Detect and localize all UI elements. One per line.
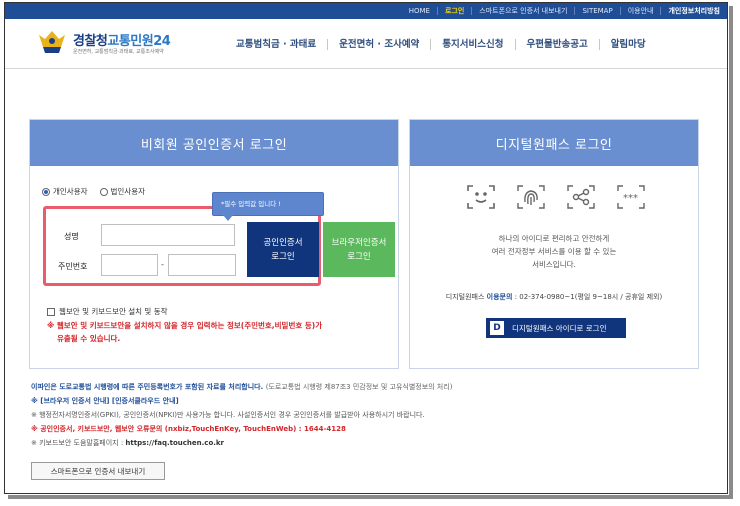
police-emblem-icon [39, 31, 65, 53]
auth-method-icons: *** [464, 182, 664, 212]
notice-error-contact: ※ 공인인증서, 키보드보안, 웹보안 오류문의 (nxbiz,TouchEnK… [31, 425, 346, 433]
logo-title: 경찰청교통민원24 [73, 34, 171, 49]
topbar-guide-link[interactable]: 이용안내 [619, 7, 661, 15]
topbar-home-link[interactable]: HOME [402, 7, 437, 15]
digital-onepass-header: 디지털원패스 로그인 [410, 120, 698, 166]
notice-keyboard-help: ※ 키보드보안 도움말홈페이지 : https://faq.touchen.co… [31, 439, 225, 447]
frame-shadow-right [729, 6, 733, 496]
radio-personal-user[interactable]: 개인사용자 [42, 186, 88, 197]
nav-fines[interactable]: 교통범칙금 · 과태료 [225, 39, 327, 50]
site-logo[interactable]: 경찰청교통민원24 운전면허, 교통범칙금·과태료, 교통조사예약 [37, 29, 187, 57]
notice-cert-types: ※ 행정전자서명인증서(GPKI), 공인인증서(NPKI)만 사용가능 합니다… [31, 411, 425, 419]
rrn-back-input[interactable] [168, 254, 236, 276]
top-utility-bar: HOME 로그인 스마트폰으로 인증서 내보내기 SITEMAP 이용안내 개인… [5, 3, 727, 19]
required-tooltip: *필수 입력값 입니다 ! [212, 192, 324, 221]
security-install-checkbox-row[interactable]: 웹보안 및 키보드보안 설치 및 동작 [47, 306, 168, 317]
page-frame: HOME 로그인 스마트폰으로 인증서 내보내기 SITEMAP 이용안내 개인… [4, 2, 728, 494]
onepass-contact: 디지털원패스 이용문의 : 02-374-0980~1(평일 9~18시 / 공… [445, 293, 663, 301]
topbar-export-cert-link[interactable]: 스마트폰으로 인증서 내보내기 [471, 7, 574, 15]
share-node-icon [567, 185, 595, 209]
digital-onepass-panel: 디지털원패스 로그인 *** 하나의 아이디로 편리하고 안전하게 여러 전자정… [409, 119, 699, 369]
radio-corporate-indicator[interactable] [99, 187, 108, 196]
certificate-login-header: 비회원 공인인증서 로그인 [30, 120, 398, 166]
topbar-sitemap-link[interactable]: SITEMAP [574, 7, 619, 15]
onepass-d-icon: D [490, 321, 504, 335]
keyboard-help-link[interactable]: https://faq.touchen.co.kr [125, 439, 224, 447]
site-header: 경찰청교통민원24 운전면허, 교통범칙금·과태료, 교통조사예약 교통범칙금 … [5, 19, 727, 69]
certificate-login-button[interactable]: 공인인증서 로그인 [247, 222, 319, 277]
export-cert-smartphone-button[interactable]: 스마트폰으로 인증서 내보내기 [31, 462, 165, 480]
certificate-login-panel: 비회원 공인인증서 로그인 개인사용자 법인사용자 *필수 입력값 입니다 ! … [29, 119, 399, 369]
notice-privacy: 이파인은 도로교통법 시행령에 따른 주민등록번호가 포함된 자료를 처리합니다… [31, 383, 453, 391]
radio-personal-indicator[interactable] [42, 187, 50, 196]
name-input[interactable] [101, 224, 235, 246]
radio-corporate-user[interactable]: 법인사용자 [99, 186, 145, 197]
digital-onepass-title: 디지털원패스 로그인 [495, 137, 613, 153]
user-type-radios: 개인사용자 법인사용자 [42, 186, 157, 197]
frame-shadow-bottom [8, 495, 733, 499]
notice-section: 이파인은 도로교통법 시행령에 따른 주민등록번호가 포함된 자료를 처리합니다… [31, 380, 452, 450]
logo-subtitle: 운전면허, 교통범칙금·과태료, 교통조사예약 [73, 49, 164, 55]
onepass-description: 하나의 아이디로 편리하고 안전하게 여러 전자정부 서비스를 이용 할 수 있… [491, 234, 617, 269]
topbar-login-link[interactable]: 로그인 [436, 7, 471, 15]
notice-browser-cert-links[interactable]: ※ [브라우저 인증서 안내] [인증서클라우드 안내] [31, 394, 452, 408]
certificate-login-title: 비회원 공인인증서 로그인 [140, 137, 288, 153]
nav-returned-mail[interactable]: 우편물반송공고 [514, 39, 599, 50]
svg-text:***: *** [623, 193, 638, 204]
security-warning: ※ 웹보안 및 키보드보안을 설치하지 않을 경우 입력하는 정보(주민번호,비… [47, 321, 323, 343]
tooltip-tail [223, 215, 233, 221]
nav-notification[interactable]: 통지서비스신청 [430, 39, 514, 50]
security-install-checkbox[interactable] [47, 307, 55, 316]
rrn-label: 주민번호 [58, 262, 88, 271]
browser-certificate-login-button[interactable]: 브라우저인증서 로그인 [323, 222, 395, 277]
name-label: 성명 [64, 232, 79, 241]
password-dots-icon: *** [617, 185, 645, 209]
nav-license[interactable]: 운전면허 · 조사예약 [327, 39, 430, 50]
main-navigation: 교통범칙금 · 과태료 운전면허 · 조사예약 통지서비스신청 우편물반송공고 … [225, 39, 657, 50]
face-recognition-icon [467, 185, 495, 209]
rrn-front-input[interactable] [101, 254, 158, 276]
rrn-dash: - [161, 260, 164, 269]
fingerprint-icon [517, 185, 545, 209]
onepass-login-button[interactable]: D 디지털원패스 아이디로 로그인 [486, 318, 626, 338]
nav-notices[interactable]: 알림마당 [598, 39, 657, 50]
topbar-privacy-link[interactable]: 개인정보처리방침 [660, 7, 727, 15]
